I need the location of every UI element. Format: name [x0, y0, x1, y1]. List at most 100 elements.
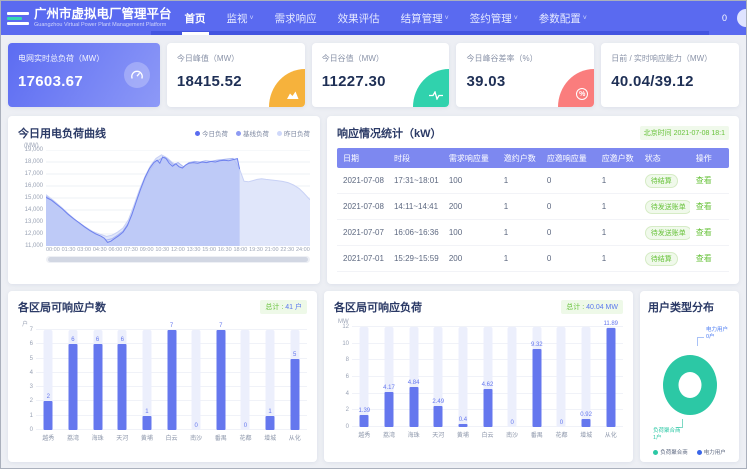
gauge-icon: [124, 62, 150, 88]
bar: [216, 330, 225, 430]
table-cell: 2021-07-07: [337, 228, 388, 237]
panel-title: 用户类型分布: [648, 299, 731, 315]
bar-value-label: 0: [500, 420, 525, 426]
x-axis-tick: 荔湾: [61, 433, 86, 442]
legend-dot-icon: [653, 450, 658, 455]
x-axis-tick: 荔湾: [377, 430, 402, 439]
panel-title: 今日用电负荷曲线: [18, 125, 106, 141]
donut-slice-aggregator: [663, 355, 717, 415]
bar: [118, 344, 127, 430]
user-type-panel: 用户类型分布 电力用户 0户 负荷聚合商 1户 负荷聚合商 电力用户: [640, 291, 739, 462]
view-link[interactable]: 查看: [696, 254, 712, 263]
table-cell: 1: [596, 228, 639, 237]
bar-track: [557, 327, 566, 427]
nav-item[interactable]: 效果评估: [335, 1, 383, 35]
bar: [409, 387, 418, 427]
x-axis-tick: 花都: [549, 430, 574, 439]
table-cell: 1: [596, 202, 639, 211]
legend-item[interactable]: 电力用户: [697, 448, 726, 456]
y-axis-tick: 0: [334, 424, 349, 430]
table-row: 2021-07-0814:11~14:41200101待发送账单查看: [337, 194, 729, 220]
chevron-down-icon: ˅: [514, 15, 518, 22]
x-axis-tick: 19:30: [249, 247, 263, 253]
table-cell: 200: [443, 254, 498, 263]
bar-value-label: 6: [85, 337, 110, 343]
view-link[interactable]: 查看: [696, 228, 712, 237]
nav-item[interactable]: 参数配置˅: [536, 1, 590, 35]
donut-hole: [678, 372, 701, 398]
user-avatar[interactable]: [737, 9, 747, 27]
response-stats-panel: 响应情况统计（kW） 北京时间 2021-07-08 18:1 日期时段需求响应…: [327, 116, 739, 284]
y-axis-tick: 6: [334, 374, 349, 380]
bar: [266, 416, 275, 430]
x-axis-tick: 09:00: [140, 247, 154, 253]
nav-item[interactable]: 监视˅: [224, 1, 257, 35]
y-axis-tick: 1: [18, 413, 33, 419]
district-load-panel: 各区局可响应负荷 总计 : 40.04 MW MW 0246810121.394…: [324, 291, 633, 462]
table-cell: 0: [541, 176, 596, 185]
y-axis-tick: 6: [18, 341, 33, 347]
bar-value-label: 0: [549, 420, 574, 426]
bar: [606, 328, 615, 427]
y-axis-tick: 12: [334, 324, 349, 330]
x-axis-tick: 番禺: [208, 433, 233, 442]
x-axis-tick: 04:30: [93, 247, 107, 253]
top-navbar: 广州市虚拟电厂管理平台 Guangzhou Virtual Power Plan…: [1, 1, 746, 35]
table-cell: 15:29~15:59: [388, 254, 443, 263]
total-badge: 总计 : 41 户: [260, 300, 307, 314]
notification-count[interactable]: 0: [722, 13, 727, 23]
bar-value-label: 7: [159, 323, 184, 329]
nav-item[interactable]: 结算管理˅: [398, 1, 452, 35]
bar: [68, 344, 77, 430]
legend-item[interactable]: 昨日负荷: [277, 128, 310, 138]
response-table-body: 2021-07-0817:31~18:01100101待结算查看2021-07-…: [337, 168, 729, 272]
x-axis-tick: 天河: [426, 430, 451, 439]
legend-item[interactable]: 今日负荷: [195, 128, 228, 138]
panel-title: 各区局可响应户数: [18, 299, 106, 315]
panel-title: 响应情况统计（kW）: [337, 125, 442, 141]
bar-value-label: 9.32: [524, 342, 549, 348]
label-connector: [697, 337, 704, 346]
table-cell: 1: [498, 254, 541, 263]
column-header: 需求响应量: [443, 153, 498, 164]
district-households-xlabels: 越秀荔湾海珠天河黄埔白云南沙番禺花都增城从化: [18, 433, 307, 442]
bar-column: 6: [61, 330, 86, 430]
bar-track: [508, 327, 517, 427]
table-cell: 1: [498, 176, 541, 185]
table-row: 2021-07-0716:06~16:36100101待发送账单查看: [337, 220, 729, 246]
user-type-donut-chart: 电力用户 0户 负荷聚合商 1户: [648, 315, 731, 444]
bar-value-label: 1: [135, 409, 160, 415]
table-cell: 1: [596, 176, 639, 185]
legend-item[interactable]: 基线负荷: [236, 128, 269, 138]
x-axis-tick: 21:00: [265, 247, 279, 253]
nav-item[interactable]: 签约管理˅: [467, 1, 521, 35]
view-link[interactable]: 查看: [696, 176, 712, 185]
bar-value-label: 4.17: [377, 385, 402, 391]
legend-item[interactable]: 负荷聚合商: [653, 448, 688, 456]
bar: [93, 344, 102, 430]
kpi-label: 今日谷值（MW）: [322, 53, 440, 64]
x-axis-tick: 越秀: [36, 433, 61, 442]
x-axis-tick: 黄埔: [135, 433, 160, 442]
x-axis-tick: 07:30: [124, 247, 138, 253]
bar-value-label: 6: [61, 337, 86, 343]
chart-zoom-slider[interactable]: [46, 256, 310, 263]
bar: [384, 392, 393, 427]
nav-item[interactable]: 需求响应: [272, 1, 320, 35]
total-badge: 总计 : 40.04 MW: [561, 300, 623, 314]
response-table-header: 日期时段需求响应量邀约户数应邀响应量应邀户数状态操作: [337, 148, 729, 168]
app-subtitle: Guangzhou Virtual Power Plant Management…: [34, 22, 172, 28]
bar-column: 5: [282, 330, 307, 430]
view-link[interactable]: 查看: [696, 202, 712, 211]
slider-thumb[interactable]: [48, 257, 308, 262]
column-header: 操作: [690, 153, 729, 164]
slice-label-aggregator: 负荷聚合商 1户: [653, 428, 681, 442]
bar-value-label: 11.89: [598, 321, 623, 327]
y-axis-tick: 11,000: [25, 243, 46, 249]
y-axis-tick: 12,000: [25, 231, 46, 237]
y-axis-tick: 3: [18, 384, 33, 390]
bar: [360, 415, 369, 427]
column-header: 应邀响应量: [541, 153, 596, 164]
bar-value-label: 4.62: [475, 382, 500, 388]
nav-item[interactable]: 首页: [182, 1, 209, 35]
